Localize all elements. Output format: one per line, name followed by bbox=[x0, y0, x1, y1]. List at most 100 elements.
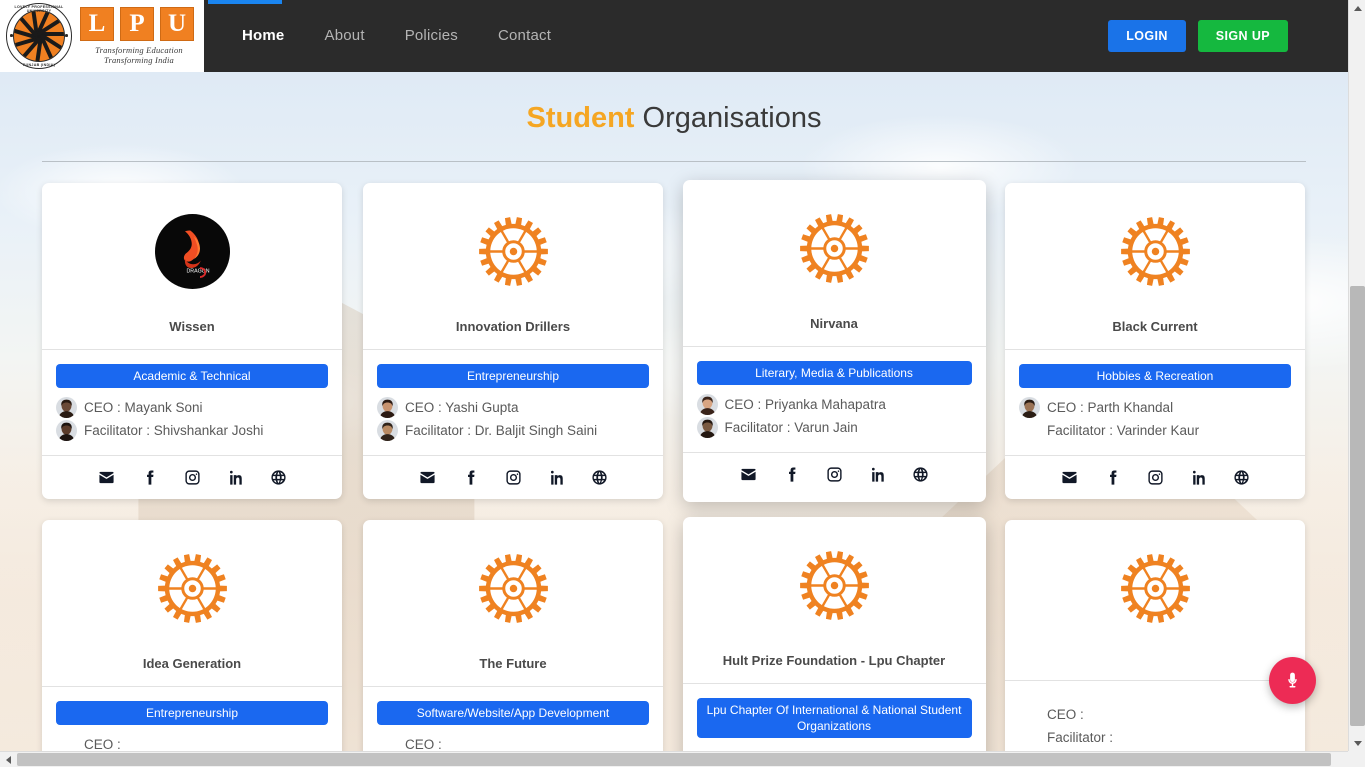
category-badge[interactable]: Academic & Technical bbox=[56, 364, 328, 388]
card-body: Entrepreneurship CEO : Facilitator : bbox=[42, 687, 342, 752]
social-links bbox=[42, 456, 342, 499]
card-header: Idea Generation bbox=[42, 520, 342, 686]
facilitator-name: Facilitator : Shivshankar Joshi bbox=[84, 420, 263, 441]
organisation-card[interactable]: Hult Prize Foundation - Lpu ChapterLpu C… bbox=[683, 517, 986, 752]
facebook-icon[interactable] bbox=[783, 466, 800, 483]
linkedin-icon[interactable] bbox=[548, 469, 565, 486]
ceo-row: CEO : bbox=[1019, 704, 1291, 725]
scroll-down-button[interactable] bbox=[1349, 735, 1365, 752]
card-people: CEO : Mayank SoniFacilitator : Shivshank… bbox=[56, 397, 328, 441]
card-people: CEO : Facilitator : bbox=[377, 734, 649, 752]
ceo-avatar bbox=[1019, 704, 1040, 725]
website-icon[interactable] bbox=[912, 466, 929, 483]
facilitator-avatar bbox=[697, 417, 718, 438]
nav-item-policies[interactable]: Policies bbox=[385, 0, 478, 72]
category-badge[interactable]: Software/Website/App Development bbox=[377, 701, 649, 725]
card-body: Lpu Chapter Of International & National … bbox=[683, 684, 986, 752]
category-badge[interactable]: Entrepreneurship bbox=[56, 701, 328, 725]
card-people: CEO : Parth KhandalFacilitator : Varinde… bbox=[1019, 397, 1291, 441]
website-icon[interactable] bbox=[591, 469, 608, 486]
card-people: CEO : Facilitator : bbox=[1019, 704, 1291, 748]
organisation-name: Nirvana bbox=[810, 316, 858, 332]
organisation-card[interactable]: Idea Generation Entrepreneurship CEO : Fac… bbox=[42, 520, 342, 752]
facilitator-name: Facilitator : Dr. Baljit Singh Saini bbox=[405, 420, 597, 441]
facebook-icon[interactable] bbox=[1104, 469, 1121, 486]
organisation-card[interactable]: The Future Software/Website/App Developme… bbox=[363, 520, 663, 752]
organisation-card[interactable]: CEO : Facilitator : bbox=[1005, 520, 1305, 752]
organisation-name: The Future bbox=[479, 656, 546, 672]
linkedin-icon[interactable] bbox=[1190, 469, 1207, 486]
nav-item-contact[interactable]: Contact bbox=[478, 0, 571, 72]
vertical-scroll-thumb[interactable] bbox=[1350, 286, 1365, 726]
ceo-avatar bbox=[697, 394, 718, 415]
category-badge[interactable]: Literary, Media & Publications bbox=[697, 361, 972, 385]
auth-buttons: LOGIN SIGN UP bbox=[1108, 20, 1348, 52]
category-badge[interactable]: Entrepreneurship bbox=[377, 364, 649, 388]
seal-bottom-text: PUNJAB (INDIA) bbox=[6, 63, 72, 67]
category-badge[interactable]: Hobbies & Recreation bbox=[1019, 364, 1291, 388]
website-icon[interactable] bbox=[1233, 469, 1250, 486]
horizontal-scroll-thumb[interactable] bbox=[17, 753, 1331, 766]
organisation-card[interactable]: Nirvana Literary, Media & Publications CEO… bbox=[683, 180, 986, 502]
facilitator-name: Facilitator : Varun Jain bbox=[725, 417, 858, 438]
instagram-icon[interactable] bbox=[826, 466, 843, 483]
microphone-icon bbox=[1283, 671, 1302, 690]
organisation-card[interactable]: Innovation DrillersEntrepreneurshipCEO :… bbox=[363, 183, 663, 499]
card-body: Software/Website/App Development CEO : Fa… bbox=[363, 687, 663, 752]
instagram-icon[interactable] bbox=[1147, 469, 1164, 486]
facebook-icon[interactable] bbox=[462, 469, 479, 486]
card-people: CEO : Facilitator : bbox=[56, 734, 328, 752]
facilitator-row: Facilitator : Shivshankar Joshi bbox=[56, 420, 328, 441]
card-body: Academic & Technical CEO : Mayank SoniFac… bbox=[42, 350, 342, 455]
gear-placeholder-icon bbox=[155, 538, 230, 638]
card-header: DRAGONWissen bbox=[42, 183, 342, 349]
card-header: Innovation Drillers bbox=[363, 183, 663, 349]
organisation-logo-image: DRAGON bbox=[155, 201, 230, 301]
nav-item-about[interactable]: About bbox=[304, 0, 384, 72]
lpu-letter-p: P bbox=[120, 7, 154, 41]
organisation-card[interactable]: Black Current Hobbies & Recreation CEO : P… bbox=[1005, 183, 1305, 499]
ceo-row: CEO : bbox=[56, 734, 328, 752]
scroll-up-button[interactable] bbox=[1349, 0, 1365, 17]
organisation-card[interactable]: DRAGONWissen Academic & Technical CEO : Ma… bbox=[42, 183, 342, 499]
signup-button[interactable]: SIGN UP bbox=[1198, 20, 1288, 52]
site-header: LOVELY PROFESSIONAL UNIVERSITY PUNJAB (I… bbox=[0, 0, 1348, 72]
nav-item-home[interactable]: Home bbox=[222, 0, 304, 72]
brand-logo[interactable]: LOVELY PROFESSIONAL UNIVERSITY PUNJAB (I… bbox=[0, 0, 204, 72]
ceo-name: CEO : Priyanka Mahapatra bbox=[725, 394, 886, 415]
email-icon[interactable] bbox=[419, 469, 436, 486]
facebook-icon[interactable] bbox=[141, 469, 158, 486]
email-icon[interactable] bbox=[1061, 469, 1078, 486]
website-icon[interactable] bbox=[270, 469, 287, 486]
instagram-icon[interactable] bbox=[184, 469, 201, 486]
ceo-row: CEO : Mayank Soni bbox=[56, 397, 328, 418]
ceo-name: CEO : bbox=[405, 734, 442, 752]
horizontal-scrollbar[interactable] bbox=[0, 751, 1365, 767]
vertical-scrollbar[interactable] bbox=[1348, 0, 1365, 752]
card-header: The Future bbox=[363, 520, 663, 686]
category-badge[interactable]: Lpu Chapter Of International & National … bbox=[697, 698, 972, 738]
organisation-name: Idea Generation bbox=[143, 656, 241, 672]
linkedin-icon[interactable] bbox=[869, 466, 886, 483]
facilitator-avatar bbox=[56, 420, 77, 441]
organisation-card-grid: DRAGONWissen Academic & Technical CEO : Ma… bbox=[0, 162, 1348, 752]
email-icon[interactable] bbox=[740, 466, 757, 483]
ceo-avatar bbox=[56, 397, 77, 418]
ceo-row: CEO : bbox=[377, 734, 649, 752]
card-body: EntrepreneurshipCEO : Yashi GuptaFacilit… bbox=[363, 350, 663, 455]
ceo-avatar bbox=[1019, 397, 1040, 418]
instagram-icon[interactable] bbox=[505, 469, 522, 486]
linkedin-icon[interactable] bbox=[227, 469, 244, 486]
card-body: Literary, Media & Publications CEO : Priy… bbox=[683, 347, 986, 452]
ceo-row: CEO : Parth Khandal bbox=[1019, 397, 1291, 418]
email-icon[interactable] bbox=[98, 469, 115, 486]
main-navigation: Home About Policies Contact LOGIN SIGN U… bbox=[204, 0, 1348, 72]
page-content: Student Organisations DRAGONWissenAcadem… bbox=[0, 72, 1348, 752]
gear-placeholder-icon bbox=[1118, 538, 1193, 638]
page-title: Student Organisations bbox=[0, 102, 1348, 139]
card-header: Black Current bbox=[1005, 183, 1305, 349]
scroll-left-button[interactable] bbox=[0, 752, 16, 767]
login-button[interactable]: LOGIN bbox=[1108, 20, 1186, 52]
ceo-avatar bbox=[56, 734, 77, 752]
voice-assistant-fab[interactable] bbox=[1269, 657, 1316, 704]
